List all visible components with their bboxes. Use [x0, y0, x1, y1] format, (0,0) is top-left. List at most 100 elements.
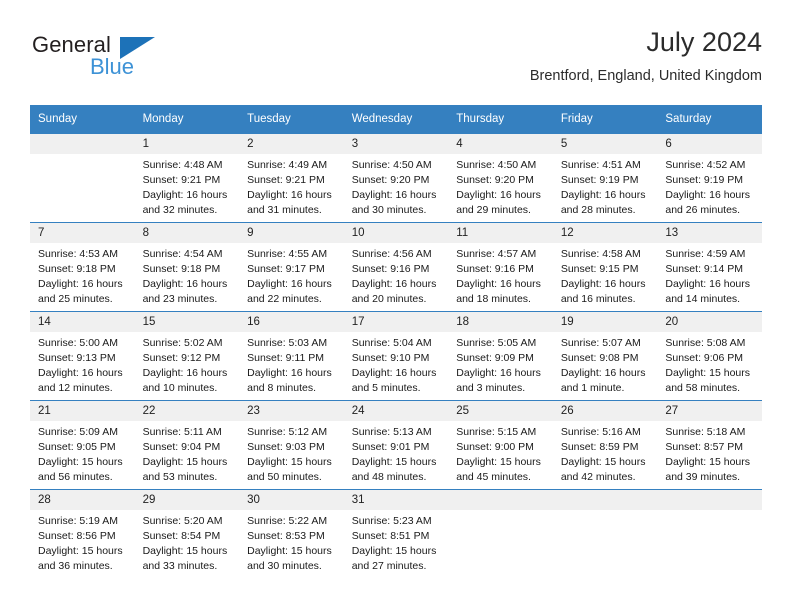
sunset-text: Sunset: 8:56 PM — [38, 529, 116, 542]
sunset-text: Sunset: 9:08 PM — [560, 351, 639, 364]
weekday-header-tuesday: Tuesday — [239, 105, 344, 134]
calendar-day-cell[interactable]: 4 Sunrise: 4:50 AM Sunset: 9:20 PM Daylight… — [448, 133, 553, 223]
calendar-day-cell[interactable]: 7 Sunrise: 4:53 AM Sunset: 9:18 PM Daylight… — [30, 222, 135, 312]
day-number — [30, 134, 135, 154]
day-number: 24 — [343, 401, 449, 421]
general-blue-logo[interactable]: General Blue — [30, 28, 250, 90]
day-details: Sunrise: 4:58 AM Sunset: 9:15 PM Daylight:… — [553, 243, 658, 311]
daylight-text-line2: and 58 minutes. — [665, 381, 741, 394]
daylight-text-line2: and 12 minutes. — [38, 381, 113, 394]
daylight-text-line2: and 28 minutes. — [560, 203, 636, 216]
daylight-text-line1: Daylight: 15 hours — [351, 544, 437, 557]
day-number: 5 — [552, 134, 658, 154]
calendar-day-cell[interactable]: 18 Sunrise: 5:05 AM Sunset: 9:09 PM Dayligh… — [448, 311, 553, 401]
sunrise-text: Sunrise: 4:58 AM — [560, 248, 641, 260]
daylight-text-line2: and 10 minutes. — [142, 381, 218, 394]
calendar-day-cell[interactable]: 17 Sunrise: 5:04 AM Sunset: 9:10 PM Dayligh… — [343, 311, 449, 401]
daylight-text-line1: Daylight: 16 hours — [247, 277, 332, 290]
calendar-day-cell[interactable]: 1 Sunrise: 4:48 AM Sunset: 9:21 PM Daylight… — [134, 133, 240, 223]
calendar-day-cell[interactable]: 13 Sunrise: 4:59 AM Sunset: 9:14 PM Dayligh… — [657, 222, 762, 312]
calendar-day-cell[interactable]: 10 Sunrise: 4:56 AM Sunset: 9:16 PM Dayligh… — [343, 222, 449, 312]
sunset-text: Sunset: 9:16 PM — [456, 262, 534, 275]
day-number: 8 — [134, 223, 240, 243]
sunrise-text: Sunrise: 4:50 AM — [456, 159, 537, 171]
calendar-day-cell[interactable]: 12 Sunrise: 4:58 AM Sunset: 9:15 PM Dayligh… — [552, 222, 658, 312]
calendar-day-cell[interactable]: 28 Sunrise: 5:19 AM Sunset: 8:56 PM Dayligh… — [30, 489, 135, 578]
sunset-text: Sunset: 9:03 PM — [247, 440, 325, 453]
calendar-day-cell[interactable]: 5 Sunrise: 4:51 AM Sunset: 9:19 PM Daylight… — [552, 133, 658, 223]
calendar-day-cell[interactable]: 27 Sunrise: 5:18 AM Sunset: 8:57 PM Dayligh… — [657, 400, 762, 490]
sunset-text: Sunset: 9:01 PM — [351, 440, 430, 453]
calendar-day-cell[interactable]: 11 Sunrise: 4:57 AM Sunset: 9:16 PM Dayligh… — [448, 222, 553, 312]
sunrise-text: Sunrise: 5:22 AM — [247, 515, 328, 527]
calendar-day-cell[interactable]: 31 Sunrise: 5:23 AM Sunset: 8:51 PM Dayligh… — [343, 489, 449, 578]
calendar-day-cell[interactable]: 23 Sunrise: 5:12 AM Sunset: 9:03 PM Dayligh… — [239, 400, 344, 490]
calendar-day-cell[interactable]: 26 Sunrise: 5:16 AM Sunset: 8:59 PM Dayligh… — [552, 400, 658, 490]
daylight-text-line1: Daylight: 16 hours — [456, 188, 541, 201]
sunset-text: Sunset: 9:15 PM — [560, 262, 639, 275]
sunrise-text: Sunrise: 4:48 AM — [142, 159, 223, 171]
daylight-text-line1: Daylight: 15 hours — [142, 544, 228, 557]
sunset-text: Sunset: 9:21 PM — [142, 173, 221, 186]
sunset-text: Sunset: 8:59 PM — [560, 440, 639, 453]
daylight-text-line2: and 1 minute. — [560, 381, 625, 394]
calendar-day-cell[interactable]: 20 Sunrise: 5:08 AM Sunset: 9:06 PM Dayligh… — [657, 311, 762, 401]
sunrise-text: Sunrise: 5:09 AM — [38, 426, 118, 438]
daylight-text-line1: Daylight: 16 hours — [142, 188, 228, 201]
calendar-day-cell[interactable]: 16 Sunrise: 5:03 AM Sunset: 9:11 PM Dayligh… — [239, 311, 344, 401]
day-number: 27 — [657, 401, 762, 421]
day-details: Sunrise: 5:18 AM Sunset: 8:57 PM Daylight:… — [657, 421, 762, 489]
daylight-text-line1: Daylight: 16 hours — [456, 366, 541, 379]
calendar-day-cell[interactable]: 8 Sunrise: 4:54 AM Sunset: 9:18 PM Daylight… — [134, 222, 240, 312]
daylight-text-line2: and 36 minutes. — [38, 559, 113, 572]
day-details: Sunrise: 5:16 AM Sunset: 8:59 PM Daylight:… — [553, 421, 658, 489]
daylight-text-line2: and 3 minutes. — [456, 381, 526, 394]
daylight-text-line1: Daylight: 15 hours — [665, 366, 751, 379]
sunrise-text: Sunrise: 4:51 AM — [560, 159, 641, 171]
day-number: 18 — [448, 312, 553, 332]
sunset-text: Sunset: 9:00 PM — [456, 440, 534, 453]
daylight-text-line1: Daylight: 15 hours — [560, 455, 646, 468]
calendar-day-cell[interactable]: 14 Sunrise: 5:00 AM Sunset: 9:13 PM Dayligh… — [30, 311, 135, 401]
weekday-header-thursday: Thursday — [448, 105, 553, 134]
daylight-text-line1: Daylight: 16 hours — [560, 277, 646, 290]
day-number: 4 — [448, 134, 553, 154]
calendar-day-cell[interactable]: 30 Sunrise: 5:22 AM Sunset: 8:53 PM Dayligh… — [239, 489, 344, 578]
calendar-day-cell[interactable]: 19 Sunrise: 5:07 AM Sunset: 9:08 PM Dayligh… — [552, 311, 658, 401]
title-block: July 2024 Brentford, England, United Kin… — [530, 27, 762, 85]
daylight-text-line2: and 50 minutes. — [247, 470, 322, 483]
day-number — [448, 490, 553, 510]
day-details: Sunrise: 5:20 AM Sunset: 8:54 PM Daylight:… — [135, 510, 240, 578]
sunrise-text: Sunrise: 5:18 AM — [665, 426, 746, 438]
daylight-text-line1: Daylight: 15 hours — [247, 544, 332, 557]
day-details: Sunrise: 4:59 AM Sunset: 9:14 PM Daylight:… — [657, 243, 762, 311]
daylight-text-line1: Daylight: 16 hours — [351, 366, 437, 379]
day-number: 7 — [30, 223, 135, 243]
day-details: Sunrise: 5:22 AM Sunset: 8:53 PM Daylight:… — [239, 510, 344, 578]
calendar-day-cell[interactable]: 15 Sunrise: 5:02 AM Sunset: 9:12 PM Dayligh… — [134, 311, 240, 401]
day-details: Sunrise: 4:51 AM Sunset: 9:19 PM Daylight:… — [553, 154, 658, 222]
calendar-day-cell[interactable]: 22 Sunrise: 5:11 AM Sunset: 9:04 PM Dayligh… — [134, 400, 240, 490]
calendar-day-cell[interactable]: 24 Sunrise: 5:13 AM Sunset: 9:01 PM Dayligh… — [343, 400, 449, 490]
sunrise-text: Sunrise: 5:16 AM — [560, 426, 641, 438]
sunrise-text: Sunrise: 5:23 AM — [351, 515, 432, 527]
sunrise-text: Sunrise: 4:53 AM — [38, 248, 118, 260]
sunset-text: Sunset: 9:13 PM — [38, 351, 116, 364]
day-number: 25 — [448, 401, 553, 421]
sunset-text: Sunset: 9:20 PM — [351, 173, 430, 186]
daylight-text-line1: Daylight: 15 hours — [38, 455, 123, 468]
day-details — [657, 510, 762, 578]
sunrise-text: Sunrise: 5:12 AM — [247, 426, 328, 438]
sunrise-text: Sunrise: 4:52 AM — [665, 159, 746, 171]
calendar-day-cell[interactable]: 21 Sunrise: 5:09 AM Sunset: 9:05 PM Dayligh… — [30, 400, 135, 490]
sunset-text: Sunset: 9:19 PM — [560, 173, 639, 186]
calendar-day-cell[interactable]: 9 Sunrise: 4:55 AM Sunset: 9:17 PM Daylight… — [239, 222, 344, 312]
calendar-week-row: 14 Sunrise: 5:00 AM Sunset: 9:13 PM Dayligh… — [30, 311, 762, 401]
calendar-day-cell[interactable]: 2 Sunrise: 4:49 AM Sunset: 9:21 PM Daylight… — [239, 133, 344, 223]
day-details: Sunrise: 4:53 AM Sunset: 9:18 PM Daylight:… — [30, 243, 135, 311]
calendar-day-cell[interactable]: 3 Sunrise: 4:50 AM Sunset: 9:20 PM Daylight… — [343, 133, 449, 223]
calendar-day-cell[interactable]: 29 Sunrise: 5:20 AM Sunset: 8:54 PM Dayligh… — [134, 489, 240, 578]
calendar-day-cell[interactable]: 25 Sunrise: 5:15 AM Sunset: 9:00 PM Dayligh… — [448, 400, 553, 490]
daylight-text-line2: and 48 minutes. — [351, 470, 427, 483]
calendar-day-cell[interactable]: 6 Sunrise: 4:52 AM Sunset: 9:19 PM Daylight… — [657, 133, 762, 223]
